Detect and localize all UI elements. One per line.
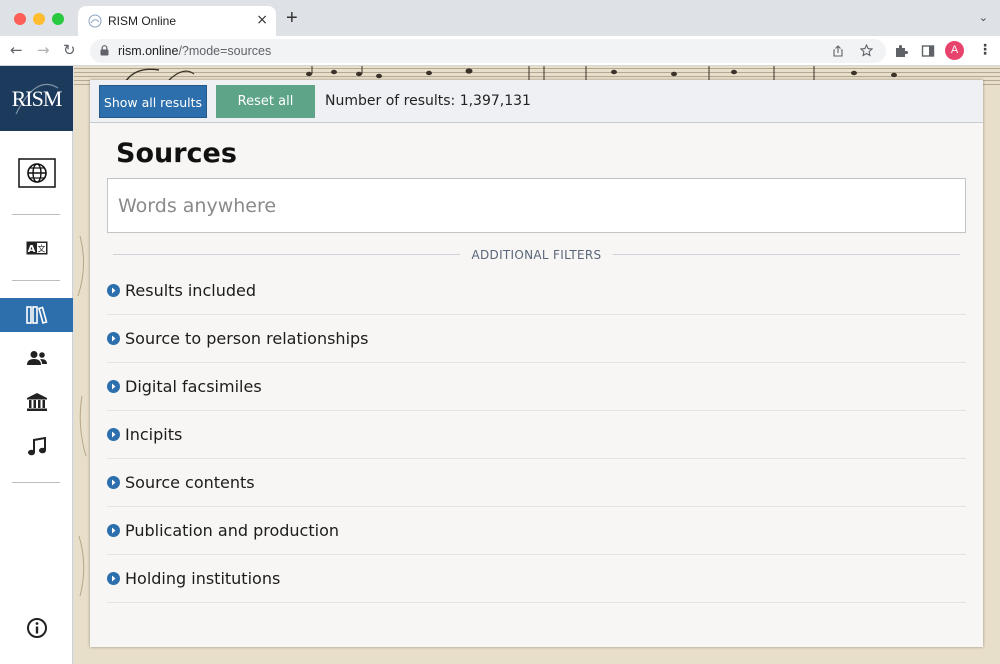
page-title: Sources — [116, 138, 237, 169]
filter-label: Publication and production — [125, 521, 339, 540]
institution-icon — [26, 393, 47, 411]
expand-chevron-icon — [107, 572, 120, 585]
svg-text:A: A — [27, 244, 35, 255]
globe-icon — [17, 158, 56, 188]
sidebar-item-language[interactable]: A 文 — [0, 231, 73, 265]
browser-menu-icon[interactable]: ⋮ — [978, 42, 992, 58]
expand-chevron-icon — [107, 524, 120, 537]
reload-icon[interactable]: ↻ — [63, 41, 76, 59]
sidebar-divider — [12, 482, 60, 483]
filter-label: Source contents — [125, 473, 255, 492]
filter-results-included[interactable]: Results included — [107, 267, 966, 315]
expand-chevron-icon — [107, 380, 120, 393]
sources-books-icon — [25, 306, 47, 324]
filter-label: Digital facsimiles — [125, 377, 262, 396]
expand-chevron-icon — [107, 332, 120, 345]
sidebar-item-about[interactable] — [0, 611, 73, 645]
svg-text:文: 文 — [37, 244, 45, 254]
filter-digital-facsimiles[interactable]: Digital facsimiles — [107, 363, 966, 411]
bookmark-star-icon[interactable] — [860, 44, 873, 57]
filter-label: Results included — [125, 281, 256, 300]
filter-source-to-person-relationships[interactable]: Source to person relationships — [107, 315, 966, 363]
maximize-window-button[interactable] — [52, 13, 64, 25]
info-icon — [26, 618, 47, 638]
new-tab-button[interactable]: + — [286, 8, 298, 28]
tab-search-chevron-icon[interactable]: ⌄ — [979, 11, 988, 24]
filter-source-contents[interactable]: Source contents — [107, 459, 966, 507]
forward-arrow-icon[interactable]: → — [37, 41, 50, 59]
browser-tab[interactable]: RISM Online × — [78, 6, 276, 36]
share-icon[interactable] — [832, 45, 844, 57]
tab-close-icon[interactable]: × — [256, 12, 268, 28]
tab-title: RISM Online — [108, 14, 177, 28]
filter-publication-and-production[interactable]: Publication and production — [107, 507, 966, 555]
sidebar-item-all-search[interactable] — [0, 156, 73, 190]
filter-label: Incipits — [125, 425, 183, 444]
results-count: Number of results: 1,397,131 — [325, 93, 531, 109]
show-all-results-button[interactable]: Show all results — [99, 85, 207, 118]
minimize-window-button[interactable] — [33, 13, 45, 25]
lock-icon — [100, 45, 109, 56]
additional-filters-heading: ADDITIONAL FILTERS — [459, 248, 614, 262]
sidebar-item-institutions[interactable] — [0, 385, 73, 419]
music-note-icon — [27, 437, 46, 456]
extensions-puzzle-icon[interactable] — [894, 44, 908, 58]
expand-chevron-icon — [107, 476, 120, 489]
omnibox[interactable]: rism.online/?mode=sources — [90, 39, 886, 63]
profile-avatar[interactable]: A — [945, 41, 964, 60]
rism-favicon-icon — [88, 14, 102, 28]
sources-search-panel: Show all results Reset all Number of res… — [90, 80, 983, 647]
filter-label: Source to person relationships — [125, 329, 369, 348]
rism-logo[interactable]: RISM — [0, 66, 73, 131]
sidebar-item-people[interactable] — [0, 341, 73, 375]
sidebar: RISM A 文 — [0, 66, 73, 664]
additional-filters-divider: ADDITIONAL FILTERS — [113, 246, 960, 264]
sidebar-item-sources[interactable] — [0, 298, 73, 332]
people-icon — [26, 351, 47, 365]
reset-all-button[interactable]: Reset all — [216, 85, 315, 118]
filter-holding-institutions[interactable]: Holding institutions — [107, 555, 966, 603]
close-window-button[interactable] — [14, 13, 26, 25]
expand-chevron-icon — [107, 428, 120, 441]
expand-chevron-icon — [107, 284, 120, 297]
sidebar-item-incipits[interactable] — [0, 430, 73, 464]
sidebar-divider — [12, 214, 60, 215]
side-panel-icon[interactable] — [921, 44, 935, 58]
filter-label: Holding institutions — [125, 569, 281, 588]
sidebar-divider — [12, 280, 60, 281]
logo-text: RISM — [11, 86, 63, 111]
language-icon: A 文 — [26, 241, 47, 255]
search-input[interactable] — [107, 178, 966, 233]
url-text: rism.online/?mode=sources — [118, 44, 272, 58]
filter-incipits[interactable]: Incipits — [107, 411, 966, 459]
browser-tab-bar: RISM Online × + ⌄ — [0, 0, 1000, 36]
results-toolbar: Show all results Reset all Number of res… — [90, 80, 983, 123]
back-arrow-icon[interactable]: ← — [10, 41, 23, 59]
address-bar: ← → ↻ rism.online/?mode=sources A ⋮ — [0, 36, 1000, 66]
